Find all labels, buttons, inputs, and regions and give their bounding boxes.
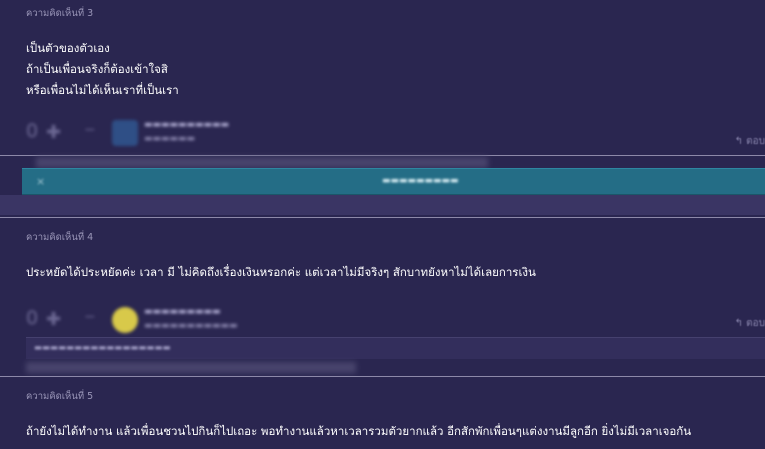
comment-5: ความคิดเห็นที่ 5 ถ้ายังไม่ได้ทำงาน แล้วเ… [0, 377, 765, 449]
close-icon[interactable]: × [36, 175, 45, 188]
minus-icon[interactable]: − [84, 122, 96, 138]
user-meta: ▬▬▬▬▬▬▬▬▬▬▬ [144, 321, 238, 331]
reply-arrow-icon: ↰ [734, 136, 743, 147]
avatar[interactable] [112, 307, 138, 333]
sub-reply-preview[interactable]: ▬▬▬▬▬▬▬▬▬▬▬▬▬▬▬▬▬ [26, 337, 765, 359]
comment-line: ถ้าเป็นเพื่อนจริงก็ต้องเข้าใจสิ [26, 62, 168, 76]
comment-meta: 0 ✚ − ▬▬▬▬▬▬▬▬▬ ▬▬▬▬▬▬▬▬▬▬▬ [26, 307, 326, 337]
plus-icon[interactable]: ✚ [46, 122, 61, 143]
vote-count: 0 [26, 120, 39, 142]
username[interactable]: ▬▬▬▬▬▬▬▬▬ [144, 307, 221, 317]
comment-header: ความคิดเห็นที่ 5 [26, 391, 94, 402]
comment-body: ประหยัดได้ประหยัดค่ะ เวลา มี ไม่คิดถึงเร… [26, 262, 536, 283]
comment-line: ถ้ายังไม่ได้ทำงาน แล้วเพื่อนชวนไปกินก็ไป… [26, 424, 692, 438]
comment-body: เป็นตัวของตัวเอง ถ้าเป็นเพื่อนจริงก็ต้อง… [26, 38, 179, 101]
reply-label: ตอบ [746, 318, 765, 329]
sub-reply-text: ▬▬▬▬▬▬▬▬▬▬▬▬▬▬▬▬▬ [34, 343, 171, 353]
blurred-band [36, 157, 488, 168]
comment-meta: 0 ✚ − ▬▬▬▬▬▬▬▬▬▬ ▬▬▬▬▬▬ [26, 120, 326, 150]
plus-icon[interactable]: ✚ [46, 309, 61, 330]
avatar[interactable] [112, 120, 138, 146]
reply-button[interactable]: ↰ ตอบ [735, 134, 765, 149]
comment-line: หรือเพื่อนไม่ได้เห็นเราที่เป็นเรา [26, 83, 179, 97]
minus-icon[interactable]: − [84, 309, 96, 325]
comment-header: ความคิดเห็นที่ 4 [26, 232, 94, 243]
comment-header: ความคิดเห็นที่ 3 [26, 8, 94, 19]
reply-arrow-icon: ↰ [734, 318, 743, 329]
section-strip [0, 195, 765, 215]
blurred-band [26, 362, 356, 373]
comments-page: ความคิดเห็นที่ 3 เป็นตัวของตัวเอง ถ้าเป็… [0, 0, 765, 449]
reply-button[interactable]: ↰ ตอบ [735, 316, 765, 331]
vote-count: 0 [26, 307, 39, 329]
comment-line: เป็นตัวของตัวเอง [26, 41, 110, 55]
reply-label: ตอบ [746, 136, 765, 147]
comment-body: ถ้ายังไม่ได้ทำงาน แล้วเพื่อนชวนไปกินก็ไป… [26, 421, 691, 442]
reply-toggle-bar[interactable]: × ▬▬▬▬▬▬▬▬▬ [22, 168, 765, 195]
reply-toggle-label: ▬▬▬▬▬▬▬▬▬ [382, 176, 459, 186]
divider [0, 155, 765, 156]
username[interactable]: ▬▬▬▬▬▬▬▬▬▬ [144, 120, 229, 130]
user-meta: ▬▬▬▬▬▬ [144, 134, 196, 144]
comment-3: ความคิดเห็นที่ 3 เป็นตัวของตัวเอง ถ้าเป็… [0, 0, 765, 155]
comment-line: ประหยัดได้ประหยัดค่ะ เวลา มี ไม่คิดถึงเร… [26, 265, 536, 279]
